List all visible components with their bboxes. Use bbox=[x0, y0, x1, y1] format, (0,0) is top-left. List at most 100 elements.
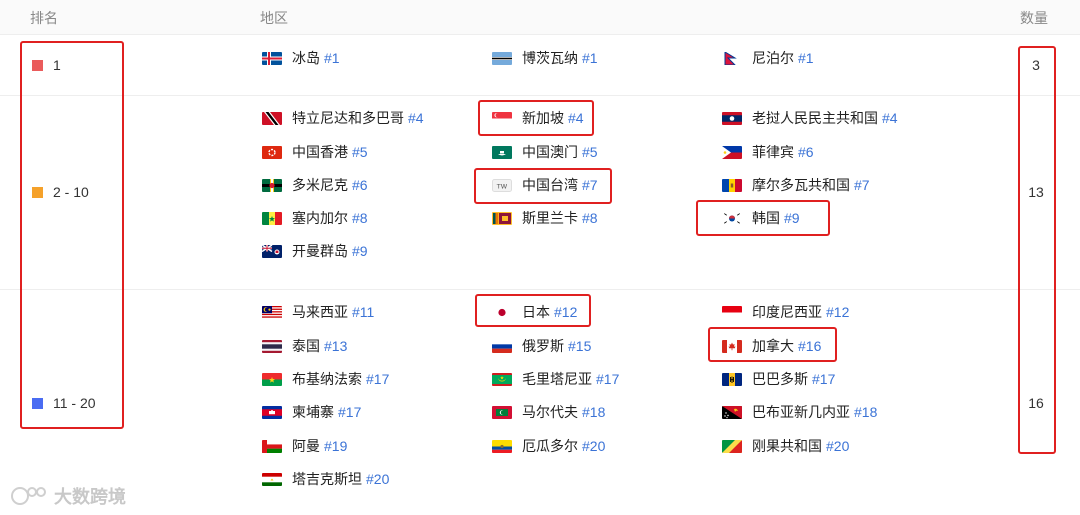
japan-flag-icon bbox=[492, 305, 512, 319]
region-rank-link[interactable]: #20 bbox=[366, 471, 389, 487]
region-item-ecuador[interactable]: 厄瓜多尔 #20 bbox=[492, 435, 605, 457]
region-item-burkina[interactable]: 布基纳法索 #17 bbox=[262, 368, 389, 390]
region-item-maldives[interactable]: 马尔代夫 #18 bbox=[492, 401, 605, 423]
region-item-nepal[interactable]: 尼泊尔 #1 bbox=[722, 47, 814, 69]
region-item-laos[interactable]: 老挝人民民主共和国 #4 bbox=[722, 107, 898, 129]
region-rank-link[interactable]: #5 bbox=[352, 144, 368, 160]
region-item-tw[interactable]: TW 中国台湾 #7 bbox=[492, 174, 598, 196]
region-item-canada[interactable]: 加拿大 #16 bbox=[722, 335, 821, 357]
region-item-japan[interactable]: 日本 #12 bbox=[492, 301, 577, 323]
watermark: 大数跨境 bbox=[10, 483, 126, 509]
region-rank-link[interactable]: #12 bbox=[554, 304, 577, 320]
region-rank-link[interactable]: #16 bbox=[798, 338, 821, 354]
region-item-indonesia[interactable]: 印度尼西亚 #12 bbox=[722, 301, 849, 323]
region-name: 马尔代夫 bbox=[522, 404, 578, 420]
region-rank-link[interactable]: #9 bbox=[352, 243, 368, 259]
region-item-korea[interactable]: 韩国 #9 bbox=[722, 207, 800, 229]
trinidad-flag-icon bbox=[262, 111, 282, 125]
burkina-flag-icon bbox=[262, 372, 282, 386]
region-rank-link[interactable]: #7 bbox=[854, 177, 870, 193]
region-rank-link[interactable]: #17 bbox=[338, 404, 361, 420]
region-item-moldova[interactable]: 摩尔多瓦共和国 #7 bbox=[722, 174, 870, 196]
region-item-cambodia[interactable]: 柬埔寨 #17 bbox=[262, 401, 361, 423]
region-item-cayman[interactable]: 开曼群岛 #9 bbox=[262, 240, 368, 262]
region-item-trinidad[interactable]: 特立尼达和多巴哥 #4 bbox=[262, 107, 424, 129]
thailand-flag-icon bbox=[262, 339, 282, 353]
tajikistan-flag-icon bbox=[262, 472, 282, 486]
region-rank-link[interactable]: #15 bbox=[568, 338, 591, 354]
rank-value: 2 - 10 bbox=[53, 184, 89, 200]
region-name: 巴巴多斯 bbox=[752, 371, 808, 387]
region-item-senegal[interactable]: 塞内加尔 #8 bbox=[262, 207, 368, 229]
region-rank-link[interactable]: #17 bbox=[812, 371, 835, 387]
srilanka-flag-icon bbox=[492, 211, 512, 225]
region-item-barbados[interactable]: 巴巴多斯 #17 bbox=[722, 368, 835, 390]
region-item-philippines[interactable]: 菲律宾 #6 bbox=[722, 141, 814, 163]
region-name: 柬埔寨 bbox=[292, 404, 334, 420]
region-rank-link[interactable]: #8 bbox=[352, 210, 368, 226]
region-rank-link[interactable]: #1 bbox=[798, 50, 814, 66]
region-rank-link[interactable]: #18 bbox=[582, 404, 605, 420]
region-item-oman[interactable]: 阿曼 #19 bbox=[262, 435, 347, 457]
region-name: 博茨瓦纳 bbox=[522, 50, 578, 66]
region-item-russia[interactable]: 俄罗斯 #15 bbox=[492, 335, 591, 357]
png-flag-icon bbox=[722, 405, 742, 419]
region-rank-link[interactable]: #5 bbox=[582, 144, 598, 160]
region-name: 日本 bbox=[522, 304, 550, 320]
region-item-singapore[interactable]: 新加坡 #4 bbox=[492, 107, 584, 129]
region-name: 菲律宾 bbox=[752, 144, 794, 160]
region-item-srilanka[interactable]: 斯里兰卡 #8 bbox=[492, 207, 598, 229]
region-rank-link[interactable]: #8 bbox=[582, 210, 598, 226]
region-rank-link[interactable]: #7 bbox=[582, 177, 598, 193]
region-name: 俄罗斯 bbox=[522, 338, 564, 354]
laos-flag-icon bbox=[722, 111, 742, 125]
region-item-thailand[interactable]: 泰国 #13 bbox=[262, 335, 347, 357]
region-name: 印度尼西亚 bbox=[752, 304, 822, 320]
region-item-congo[interactable]: 刚果共和国 #20 bbox=[722, 435, 849, 457]
region-rank-link[interactable]: #6 bbox=[798, 144, 814, 160]
region-rank-link[interactable]: #9 bbox=[784, 210, 800, 226]
singapore-flag-icon bbox=[492, 111, 512, 125]
region-item-tajikistan[interactable]: 塔吉克斯坦 #20 bbox=[262, 468, 389, 490]
region-rank-link[interactable]: #17 bbox=[366, 371, 389, 387]
region-rank-link[interactable]: #1 bbox=[324, 50, 340, 66]
region-rank-link[interactable]: #17 bbox=[596, 371, 619, 387]
region-rank-link[interactable]: #18 bbox=[854, 404, 877, 420]
region-name: 韩国 bbox=[752, 210, 780, 226]
region-rank-link[interactable]: #4 bbox=[408, 110, 424, 126]
region-name: 中国台湾 bbox=[522, 177, 578, 193]
region-item-botswana[interactable]: 博茨瓦纳 #1 bbox=[492, 47, 598, 69]
senegal-flag-icon bbox=[262, 211, 282, 225]
region-column-header: 地区 bbox=[260, 10, 288, 26]
region-item-dominica[interactable]: 多米尼克 #6 bbox=[262, 174, 368, 196]
region-item-hongkong[interactable]: 中国香港 #5 bbox=[262, 141, 368, 163]
hongkong-flag-icon bbox=[262, 145, 282, 159]
region-rank-link[interactable]: #11 bbox=[352, 304, 374, 320]
region-rank-link[interactable]: #20 bbox=[582, 438, 605, 454]
nepal-flag-icon bbox=[722, 51, 742, 65]
region-item-mauritania[interactable]: 毛里塔尼亚 #17 bbox=[492, 368, 619, 390]
region-rank-link[interactable]: #4 bbox=[568, 110, 584, 126]
tier-color-marker bbox=[32, 186, 43, 198]
barbados-flag-icon bbox=[722, 372, 742, 386]
region-rank-link[interactable]: #1 bbox=[582, 50, 598, 66]
region-item-macau[interactable]: 中国澳门 #5 bbox=[492, 141, 598, 163]
region-rank-link[interactable]: #13 bbox=[324, 338, 347, 354]
malaysia-flag-icon bbox=[262, 305, 282, 319]
rank-cell-3: 11 - 20 bbox=[32, 395, 96, 411]
rank-cell-1: 1 bbox=[32, 57, 61, 73]
mauritania-flag-icon bbox=[492, 372, 512, 386]
region-name: 开曼群岛 bbox=[292, 243, 348, 259]
region-item-png[interactable]: 巴布亚新几内亚 #18 bbox=[722, 401, 877, 423]
region-item-malaysia[interactable]: 马来西亚 #11 bbox=[262, 301, 374, 323]
region-rank-link[interactable]: #4 bbox=[882, 110, 898, 126]
rank-value: 11 - 20 bbox=[53, 395, 96, 411]
region-rank-link[interactable]: #20 bbox=[826, 438, 849, 454]
region-rank-link[interactable]: #19 bbox=[324, 438, 347, 454]
korea-flag-icon bbox=[722, 211, 742, 225]
region-name: 布基纳法索 bbox=[292, 371, 362, 387]
region-name: 中国香港 bbox=[292, 144, 348, 160]
region-rank-link[interactable]: #6 bbox=[352, 177, 368, 193]
region-rank-link[interactable]: #12 bbox=[826, 304, 849, 320]
region-item-iceland[interactable]: 冰岛 #1 bbox=[262, 47, 340, 69]
